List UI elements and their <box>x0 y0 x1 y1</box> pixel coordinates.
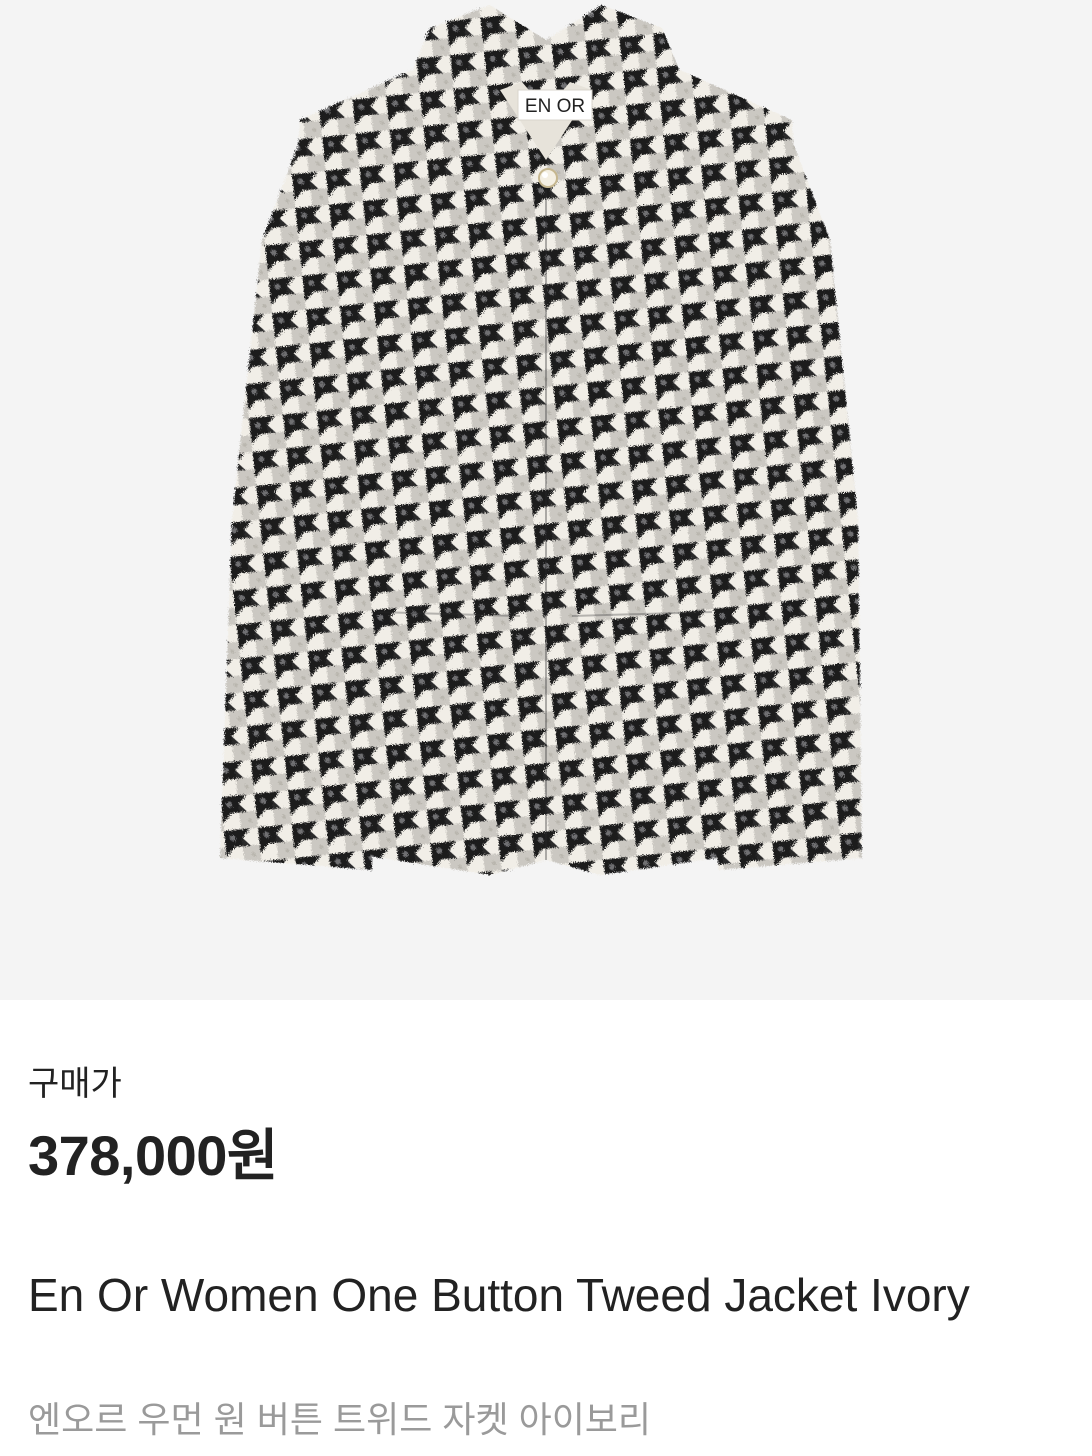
product-name-ko: 엔오르 우먼 원 버튼 트위드 자켓 아이보리 <box>28 1399 652 1440</box>
pearl-button <box>538 168 558 188</box>
price-value: 378,000원 <box>28 1124 278 1187</box>
product-image: EN OR <box>220 5 862 875</box>
product-image-area[interactable]: EN OR <box>0 0 1092 1000</box>
brand-label-text: EN OR <box>525 96 585 117</box>
price-label: 구매가 <box>28 1065 122 1103</box>
product-name-en: En Or Women One Button Tweed Jacket Ivor… <box>28 1269 970 1321</box>
